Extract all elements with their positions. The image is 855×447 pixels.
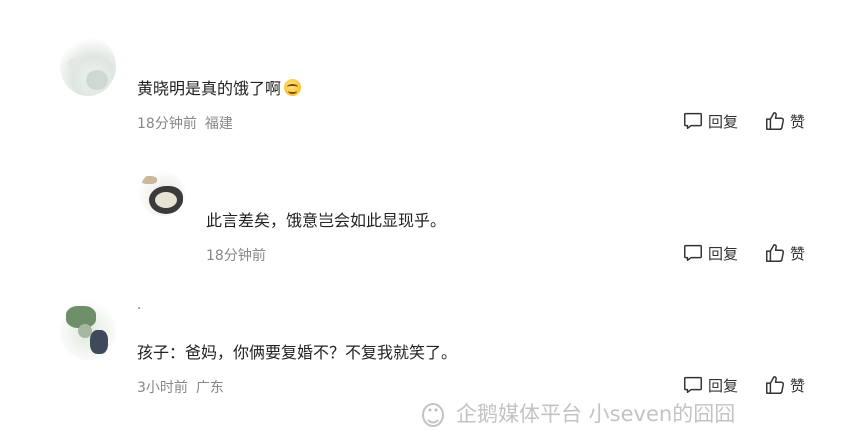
like-label: 赞 — [790, 244, 806, 263]
reply-label: 回复 — [708, 244, 739, 263]
thumbs-up-icon — [766, 376, 784, 394]
like-button[interactable]: 赞 — [764, 110, 805, 132]
watermark: 企鹅媒体平台 小seven的囧囧 — [416, 398, 735, 428]
penguin-icon — [422, 403, 444, 427]
reply-button[interactable]: 回复 — [682, 110, 738, 132]
comment-text: 黄晓明是真的饿了啊 — [137, 75, 302, 99]
comment-time: 3小时前 — [137, 380, 188, 396]
avatar[interactable] — [60, 300, 116, 360]
watermark-text: 企鹅媒体平台 小seven的囧囧 — [456, 402, 736, 426]
reply-label: 回复 — [708, 376, 739, 395]
avatar[interactable] — [139, 170, 185, 216]
reply-label: 回复 — [708, 112, 739, 131]
comment-meta: 18分钟前 福建 — [137, 113, 233, 133]
comment-text: 此言差矣，饿意岂会如此显现乎。 — [206, 211, 447, 230]
comment-text: 孩子：爸妈，你俩要复婚不？不复我就笑了。 — [137, 343, 458, 362]
like-label: 赞 — [790, 112, 806, 131]
cropped-top-element — [150, 0, 214, 4]
comment-bubble-icon — [684, 244, 702, 262]
comment-meta: 3小时前 广东 — [137, 377, 224, 397]
like-button[interactable]: 赞 — [764, 374, 805, 396]
comment-time: 18分钟前 — [206, 248, 266, 264]
comment-location: 广东 — [195, 380, 224, 396]
like-label: 赞 — [790, 376, 806, 395]
comment-bubble-icon — [684, 112, 702, 130]
comment-location: 福建 — [204, 116, 233, 132]
like-button[interactable]: 赞 — [764, 242, 805, 264]
avatar[interactable] — [60, 36, 116, 96]
reply-button[interactable]: 回复 — [682, 374, 738, 396]
comment-time: 18分钟前 — [137, 116, 197, 132]
thumbs-up-icon — [766, 244, 784, 262]
comment-meta: 18分钟前 — [206, 245, 266, 265]
thumbs-up-icon — [766, 112, 784, 130]
nickname[interactable]: · — [137, 302, 141, 317]
smile-emoji-icon — [284, 79, 302, 96]
comment-bubble-icon — [684, 376, 702, 394]
reply-button[interactable]: 回复 — [682, 242, 738, 264]
